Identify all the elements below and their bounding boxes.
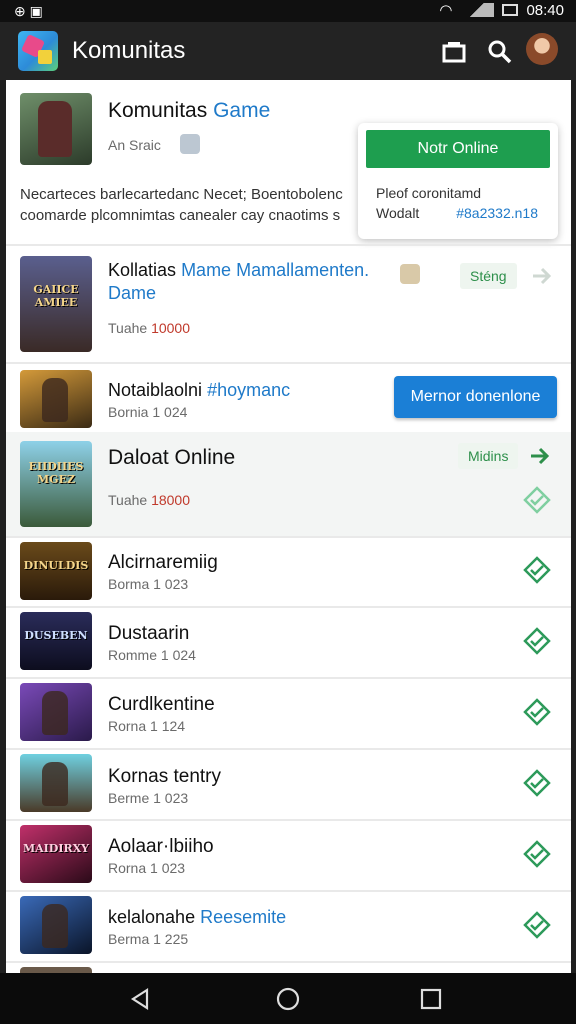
row-subtitle: Tuahe 10000 — [108, 320, 191, 336]
notification-icons: ⊕ ▣ — [14, 3, 43, 19]
divider — [6, 961, 571, 963]
divider — [6, 606, 571, 608]
row-title[interactable]: kelalonahe Reesemite — [108, 907, 286, 928]
shield-icon — [180, 134, 200, 154]
row-subtitle: Tuahe 18000 — [108, 492, 191, 508]
game-thumbnail[interactable]: EIIDIIES MGEZ — [20, 441, 92, 527]
signal-icon — [460, 3, 495, 17]
row-title[interactable]: Alcirnaremiig — [108, 552, 218, 574]
row-subtitle: Borma 1 023 — [108, 576, 189, 592]
app-title: Komunitas — [72, 37, 186, 64]
divider — [6, 819, 571, 821]
row-title[interactable]: Daloat Online — [108, 446, 235, 470]
game-thumbnail[interactable]: MAIDIRXY — [20, 825, 92, 883]
divider — [6, 244, 571, 246]
game-thumbnail[interactable] — [20, 683, 92, 741]
game-thumbnail[interactable] — [20, 754, 92, 812]
row-title[interactable]: Dustaarin — [108, 623, 189, 645]
divider — [6, 890, 571, 892]
row-subtitle: Romme 1 024 — [108, 647, 196, 663]
clock: 08:40 — [526, 1, 564, 19]
arrow-right-icon[interactable] — [528, 263, 554, 289]
verified-check-icon[interactable] — [523, 556, 551, 584]
app-bar: Komunitas — [0, 22, 576, 80]
row-subtitle: Berme 1 023 — [108, 790, 189, 806]
row-title[interactable]: Aolaar·lbiiho — [108, 836, 214, 858]
game-thumbnail[interactable]: DINULDIS — [20, 542, 92, 600]
game-thumbnail[interactable]: DUSEBEN — [20, 612, 92, 670]
online-popover: Notr Online Pleof coronitamd Wodalt #8a2… — [358, 123, 558, 239]
verified-check-icon[interactable] — [523, 627, 551, 655]
featured-description: Necarteces barlecartedanc Necet; Boentob… — [20, 186, 343, 224]
folder-icon[interactable] — [441, 39, 467, 65]
divider — [6, 677, 571, 679]
row-subtitle: Rorna 1 124 — [108, 718, 186, 734]
row-title[interactable]: Notaiblaolni #hoymanc — [108, 380, 290, 401]
recents-icon[interactable] — [418, 986, 444, 1012]
home-icon[interactable] — [275, 986, 301, 1012]
game-thumbnail[interactable]: GAIICE AMIEE — [20, 256, 92, 352]
verified-check-icon[interactable] — [523, 911, 551, 939]
row-subtitle: Rorna 1 023 — [108, 860, 186, 876]
back-icon[interactable] — [127, 986, 153, 1012]
battery-icon — [502, 4, 519, 16]
popover-value[interactable]: #8a2332.n18 — [456, 205, 538, 221]
row-subtitle: Bornia 1 024 — [108, 404, 188, 420]
shield-icon — [400, 264, 420, 284]
app-logo-icon[interactable] — [18, 31, 58, 71]
row-title[interactable]: Curdlkentine — [108, 694, 215, 716]
verified-check-icon[interactable] — [523, 698, 551, 726]
search-icon[interactable] — [487, 39, 513, 65]
status-badge[interactable]: Sténg — [460, 263, 517, 289]
popover-label: Wodalt — [376, 205, 420, 221]
online-button[interactable]: Notr Online — [366, 130, 550, 168]
row-title-line2: Dame — [108, 283, 157, 303]
verified-check-icon[interactable] — [523, 486, 551, 514]
wifi-icon: ◠ — [439, 2, 453, 19]
divider — [6, 748, 571, 750]
status-badge[interactable]: Midins — [458, 443, 519, 469]
featured-title: Komunitas Game — [108, 99, 271, 122]
verified-check-icon[interactable] — [523, 769, 551, 797]
arrow-right-icon[interactable] — [526, 443, 552, 469]
game-thumbnail[interactable] — [20, 896, 92, 954]
row-subtitle: Berma 1 225 — [108, 931, 189, 947]
system-nav-bar — [0, 973, 576, 1024]
primary-action-button[interactable]: Mernor donenlone — [394, 376, 557, 418]
row-title[interactable]: Kornas tentry — [108, 766, 221, 788]
content-list: Komunitas Game An Sraic Necarteces barle… — [6, 80, 571, 973]
row-title[interactable]: Kollatias Mame Mamallamenten. — [108, 260, 369, 281]
divider — [6, 536, 571, 538]
divider — [6, 362, 571, 364]
featured-subtitle: An Sraic — [108, 137, 161, 153]
verified-check-icon[interactable] — [523, 840, 551, 868]
popover-line: Pleof coronitamd — [376, 185, 482, 201]
profile-avatar[interactable] — [526, 33, 558, 65]
game-thumbnail[interactable] — [20, 370, 92, 428]
status-bar: ⊕ ▣ ◠ 08:40 — [0, 0, 576, 22]
featured-thumbnail[interactable] — [20, 93, 92, 165]
